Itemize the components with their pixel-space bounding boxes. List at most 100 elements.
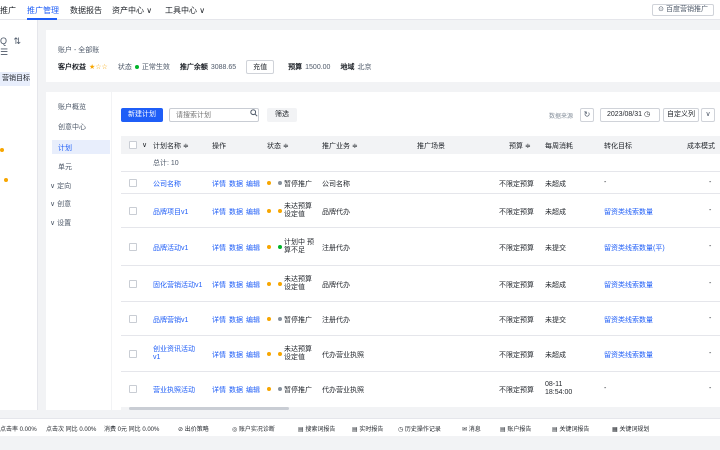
- data-link[interactable]: 数据: [229, 245, 243, 252]
- weekly-text: 08-11 18:54:00: [545, 381, 573, 396]
- subnav-item-overview[interactable]: 账户概览: [58, 102, 86, 112]
- recharge-button[interactable]: 充值: [246, 60, 275, 74]
- budget-text[interactable]: 不限定预算: [499, 243, 534, 253]
- data-link[interactable]: 数据: [229, 352, 243, 359]
- search-term-report-link[interactable]: ▤ 搜索词报告: [298, 424, 335, 433]
- plan-name-link[interactable]: 品牌活动v1: [153, 243, 188, 253]
- filter-button[interactable]: 筛选: [267, 108, 297, 122]
- data-link[interactable]: 数据: [229, 317, 243, 324]
- realtime-report-link[interactable]: ▤ 实时报告: [352, 424, 383, 433]
- select-all-checkbox[interactable]: [129, 141, 137, 149]
- detail-link[interactable]: 详情: [212, 317, 226, 324]
- detail-link[interactable]: 详情: [212, 181, 226, 188]
- nav-item-promo-management[interactable]: 推广管理: [27, 5, 59, 16]
- edit-link[interactable]: 编辑: [246, 387, 260, 394]
- edit-link[interactable]: 编辑: [246, 317, 260, 324]
- new-plan-button[interactable]: 新建计划: [121, 108, 163, 122]
- row-checkbox[interactable]: [129, 315, 137, 323]
- brand-button[interactable]: ⊙ 百度营销推广: [652, 4, 714, 16]
- nav-item-asset-center[interactable]: 资产中心 ∨: [112, 5, 152, 16]
- data-link[interactable]: 数据: [229, 209, 243, 216]
- budget-value[interactable]: 1500.00: [305, 64, 330, 71]
- sidebar-selected-item[interactable]: 营销目标: [0, 72, 30, 86]
- edit-link[interactable]: 编辑: [246, 209, 260, 216]
- budget-text[interactable]: 不限定预算: [499, 385, 534, 395]
- subnav-item-settings[interactable]: ∨ 设置: [50, 218, 71, 228]
- history-link[interactable]: ◷ 历史操作记录: [398, 424, 441, 433]
- column-header-business[interactable]: 推广业务 ≑: [322, 141, 358, 151]
- nav-item-tool-center[interactable]: 工具中心 ∨: [165, 5, 205, 16]
- tool-label: 关键词报告: [559, 427, 590, 433]
- account-report-link[interactable]: ▤ 账户报告: [500, 424, 531, 433]
- refresh-icon[interactable]: ↻: [580, 108, 594, 122]
- budget-text[interactable]: 不限定预算: [499, 350, 534, 360]
- row-checkbox[interactable]: [129, 385, 137, 393]
- subnav-item-creative[interactable]: ∨ 创意: [50, 199, 71, 209]
- convert-text[interactable]: 留资类线索数量: [604, 315, 653, 325]
- plan-name-link[interactable]: 品牌营销v1: [153, 315, 188, 325]
- sidebar-tools-icon[interactable]: Q ⇅ ☰: [0, 36, 37, 58]
- subnav-item-unit[interactable]: 单元: [58, 162, 72, 172]
- message-link[interactable]: ✉ 消息: [462, 424, 481, 433]
- budget-text[interactable]: 不限定预算: [499, 179, 534, 189]
- edit-link[interactable]: 编辑: [246, 282, 260, 289]
- plan-name-link[interactable]: 品牌项目v1: [153, 207, 188, 217]
- sort-arrow-icon[interactable]: ∨: [142, 141, 147, 149]
- table-total-row: 总计: 10: [121, 154, 720, 171]
- detail-link[interactable]: 详情: [212, 245, 226, 252]
- subnav-item-targeting[interactable]: ∨ 定向: [50, 181, 71, 191]
- search-input[interactable]: [169, 108, 259, 122]
- nav-item-data-report[interactable]: 数据报告: [70, 5, 102, 16]
- data-link[interactable]: 数据: [229, 181, 243, 188]
- plan-name-link[interactable]: 营业执照活动: [153, 385, 195, 395]
- toggle-icon[interactable]: [267, 352, 271, 356]
- row-checkbox[interactable]: [129, 243, 137, 251]
- scrollbar-thumb[interactable]: [129, 407, 289, 410]
- data-link[interactable]: 数据: [229, 387, 243, 394]
- subnav-item-creative-center[interactable]: 创意中心: [58, 122, 86, 132]
- diagnosis-link[interactable]: ◎ 账户实况诊断: [232, 424, 275, 433]
- row-checkbox[interactable]: [129, 350, 137, 358]
- convert-text[interactable]: 留资类线索数量: [604, 207, 653, 217]
- detail-link[interactable]: 详情: [212, 282, 226, 289]
- nav-item-promo[interactable]: 推广: [0, 5, 16, 16]
- region-value[interactable]: 北京: [357, 62, 371, 72]
- plan-name-link[interactable]: 公司名称: [153, 179, 181, 189]
- detail-link[interactable]: 详情: [212, 352, 226, 359]
- row-checkbox[interactable]: [129, 207, 137, 215]
- detail-link[interactable]: 详情: [212, 387, 226, 394]
- toggle-icon[interactable]: [267, 209, 271, 213]
- horizontal-scrollbar[interactable]: [121, 407, 720, 410]
- column-header-name[interactable]: 计划名称 ≑: [153, 141, 189, 151]
- chevron-down-icon[interactable]: ∨: [701, 108, 715, 122]
- plan-name-link[interactable]: 创业资讯活动v1: [153, 346, 201, 362]
- detail-link[interactable]: 详情: [212, 209, 226, 216]
- edit-link[interactable]: 编辑: [246, 352, 260, 359]
- custom-column-button[interactable]: 自定义列: [663, 108, 699, 122]
- date-picker[interactable]: 2023/08/31 ◷: [600, 108, 660, 122]
- convert-text[interactable]: 留资类线索数量: [604, 350, 653, 360]
- subnav-item-plan[interactable]: 计划: [58, 143, 72, 153]
- column-header-budget[interactable]: 预算 ≑: [509, 141, 531, 151]
- budget-text[interactable]: 不限定预算: [499, 207, 534, 217]
- toggle-icon[interactable]: [267, 245, 271, 249]
- convert-text[interactable]: 留资类线索数量: [604, 280, 653, 290]
- toggle-icon[interactable]: [267, 387, 271, 391]
- edit-link[interactable]: 编辑: [246, 181, 260, 188]
- convert-text[interactable]: 留资类线索数量(平): [604, 243, 665, 253]
- keyword-report-link[interactable]: ▤ 关键词报告: [552, 424, 589, 433]
- row-checkbox[interactable]: [129, 179, 137, 187]
- toggle-icon[interactable]: [267, 282, 271, 286]
- budget-text[interactable]: 不限定预算: [499, 315, 534, 325]
- toggle-icon[interactable]: [267, 317, 271, 321]
- row-checkbox[interactable]: [129, 280, 137, 288]
- edit-link[interactable]: 编辑: [246, 245, 260, 252]
- data-link[interactable]: 数据: [229, 282, 243, 289]
- plan-name-link[interactable]: 固化营销活动v1: [153, 280, 202, 290]
- keyword-planner-link[interactable]: ▦ 关键词规划: [612, 424, 649, 433]
- budget-text[interactable]: 不限定预算: [499, 280, 534, 290]
- search-icon[interactable]: [250, 109, 258, 119]
- column-header-status[interactable]: 状态 ≑: [267, 141, 289, 151]
- toggle-icon[interactable]: [267, 181, 271, 185]
- bid-strategy-link[interactable]: ⊘ 出价策略: [178, 424, 209, 433]
